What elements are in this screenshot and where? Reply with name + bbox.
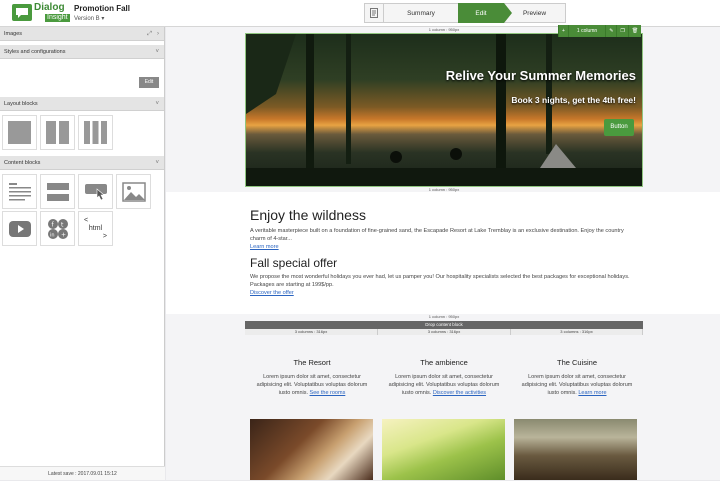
chevron-down-icon: ▾ [101, 16, 105, 22]
section-label: Styles and configurations [4, 49, 66, 55]
column-body: Lorem ipsum dolor sit amet, consectetur … [384, 373, 504, 397]
add-icon[interactable]: + [558, 25, 568, 37]
html-block-label: html [88, 224, 103, 232]
social-block[interactable]: f t in + [40, 211, 75, 246]
meditation-field-image[interactable] [382, 419, 505, 480]
column-title: The ambience [420, 358, 468, 367]
column-body: Lorem ipsum dolor sit amet, consectetur … [517, 373, 637, 397]
html-block[interactable]: < html > [78, 211, 113, 246]
article1-title[interactable]: Enjoy the wildness [250, 207, 366, 223]
section-label: Layout blocks [4, 101, 38, 107]
section-images[interactable]: Images ⤢ › [0, 27, 164, 41]
document-icon[interactable] [364, 3, 384, 23]
video-block[interactable] [2, 211, 37, 246]
hero-title[interactable]: Relive Your Summer Memories [446, 68, 636, 83]
layout-1-column-block[interactable] [2, 115, 37, 150]
column-body: Lorem ipsum dolor sit amet, consectetur … [252, 373, 372, 397]
section-content-blocks[interactable]: Content blocks ˅ [0, 156, 164, 170]
chevron-down-icon[interactable]: ˅ [155, 45, 159, 59]
article1-text: A veritable masterpiece built on a found… [250, 228, 624, 242]
trash-icon[interactable]: 🗑 [627, 25, 642, 37]
section-label: Images [4, 31, 23, 37]
article2-body[interactable]: We propose the most wonderful holidays y… [250, 273, 640, 297]
column-title: The Cuisine [556, 358, 598, 367]
column-link[interactable]: Discover the activities [433, 390, 486, 396]
ruler-bottom: 1 column : 950px [428, 187, 460, 192]
dialog-insight-logo-icon [12, 4, 32, 21]
text-block[interactable] [2, 174, 37, 209]
column-ambience[interactable]: The ambience Lorem ipsum dolor sit amet,… [384, 358, 504, 397]
chevron-down-icon[interactable]: ˅ [155, 97, 159, 111]
article1-link[interactable]: Learn more [250, 244, 279, 250]
hero-cta-button[interactable]: Button [604, 119, 634, 136]
column-link[interactable]: See the rooms [310, 390, 346, 396]
cuisine-dish-image[interactable] [514, 419, 637, 480]
column-text: Lorem ipsum dolor sit amet, consectetur … [521, 374, 633, 396]
col-ruler-3: 3 columns : 316px [511, 329, 643, 335]
expand-icon[interactable]: ⤢ [147, 27, 152, 41]
chevron-right-icon[interactable]: › [157, 27, 159, 41]
step-edit[interactable]: Edit [458, 3, 512, 23]
column-resort[interactable]: The Resort Lorem ipsum dolor sit amet, c… [252, 358, 372, 397]
hero-block[interactable]: Relive Your Summer Memories Book 3 night… [245, 33, 643, 187]
article1-body[interactable]: A veritable masterpiece built on a found… [250, 227, 640, 251]
version-selector[interactable]: Version B ▾ [74, 15, 104, 22]
article2-title[interactable]: Fall special offer [250, 256, 337, 270]
logo-sub-text: Insight [45, 14, 70, 22]
edit-styles-button[interactable]: Edit [139, 77, 159, 88]
button-block[interactable] [78, 174, 113, 209]
top-bar: Dialog Insight Promotion Fall Version B … [0, 0, 720, 27]
col-ruler-2: 3 columns : 316px [378, 329, 511, 335]
svg-text:+: + [61, 231, 66, 238]
chevron-down-icon[interactable]: ˅ [155, 156, 159, 170]
column-cuisine[interactable]: The Cuisine Lorem ipsum dolor sit amet, … [517, 358, 637, 397]
hero-trees-silhouette [246, 34, 642, 186]
logo-main-text: Dialog [34, 2, 65, 13]
sidebar: Images ⤢ › Styles and configurations ˅ E… [0, 27, 165, 480]
drop-content-zone[interactable]: Drop content block [245, 321, 643, 329]
version-label: Version B [74, 16, 100, 22]
svg-text:in: in [50, 232, 55, 238]
copy-icon[interactable]: ❐ [616, 25, 628, 37]
hero-subtitle[interactable]: Book 3 nights, get the 4th free! [511, 95, 636, 105]
resort-room-image[interactable] [250, 419, 373, 480]
article2-link[interactable]: Discover the offer [250, 290, 294, 296]
project-title: Promotion Fall [74, 4, 130, 13]
layout-3-columns-block[interactable] [78, 115, 113, 150]
col-ruler-1: 3 columns : 316px [245, 329, 378, 335]
angle-left-icon: < [84, 216, 89, 224]
block-toolbar: + 1 column ✎ ❐ 🗑 [558, 25, 642, 37]
divider-block[interactable] [40, 174, 75, 209]
step-summary[interactable]: Summary [384, 3, 458, 23]
section-layout-blocks[interactable]: Layout blocks ˅ [0, 97, 164, 111]
article2-text: We propose the most wonderful holidays y… [250, 274, 630, 288]
angle-right-icon: > [102, 232, 107, 240]
image-block[interactable] [116, 174, 151, 209]
ruler-mid: 1 column : 950px [428, 314, 460, 319]
step-preview[interactable]: Preview [504, 3, 566, 23]
column-selector[interactable]: 1 column [567, 25, 606, 37]
section-label: Content blocks [4, 160, 41, 166]
latest-save-status: Latest save : 2017.09.01 15:12 [0, 466, 165, 480]
workflow-steps: Summary Edit Preview [364, 3, 566, 23]
pencil-icon[interactable]: ✎ [605, 25, 617, 37]
column-title: The Resort [293, 358, 331, 367]
section-styles[interactable]: Styles and configurations ˅ [0, 45, 164, 59]
column-link[interactable]: Learn more [578, 390, 606, 396]
editor-canvas: 1 column : 950px Relive Your Summer Memo… [166, 25, 720, 480]
layout-2-columns-block[interactable] [40, 115, 75, 150]
